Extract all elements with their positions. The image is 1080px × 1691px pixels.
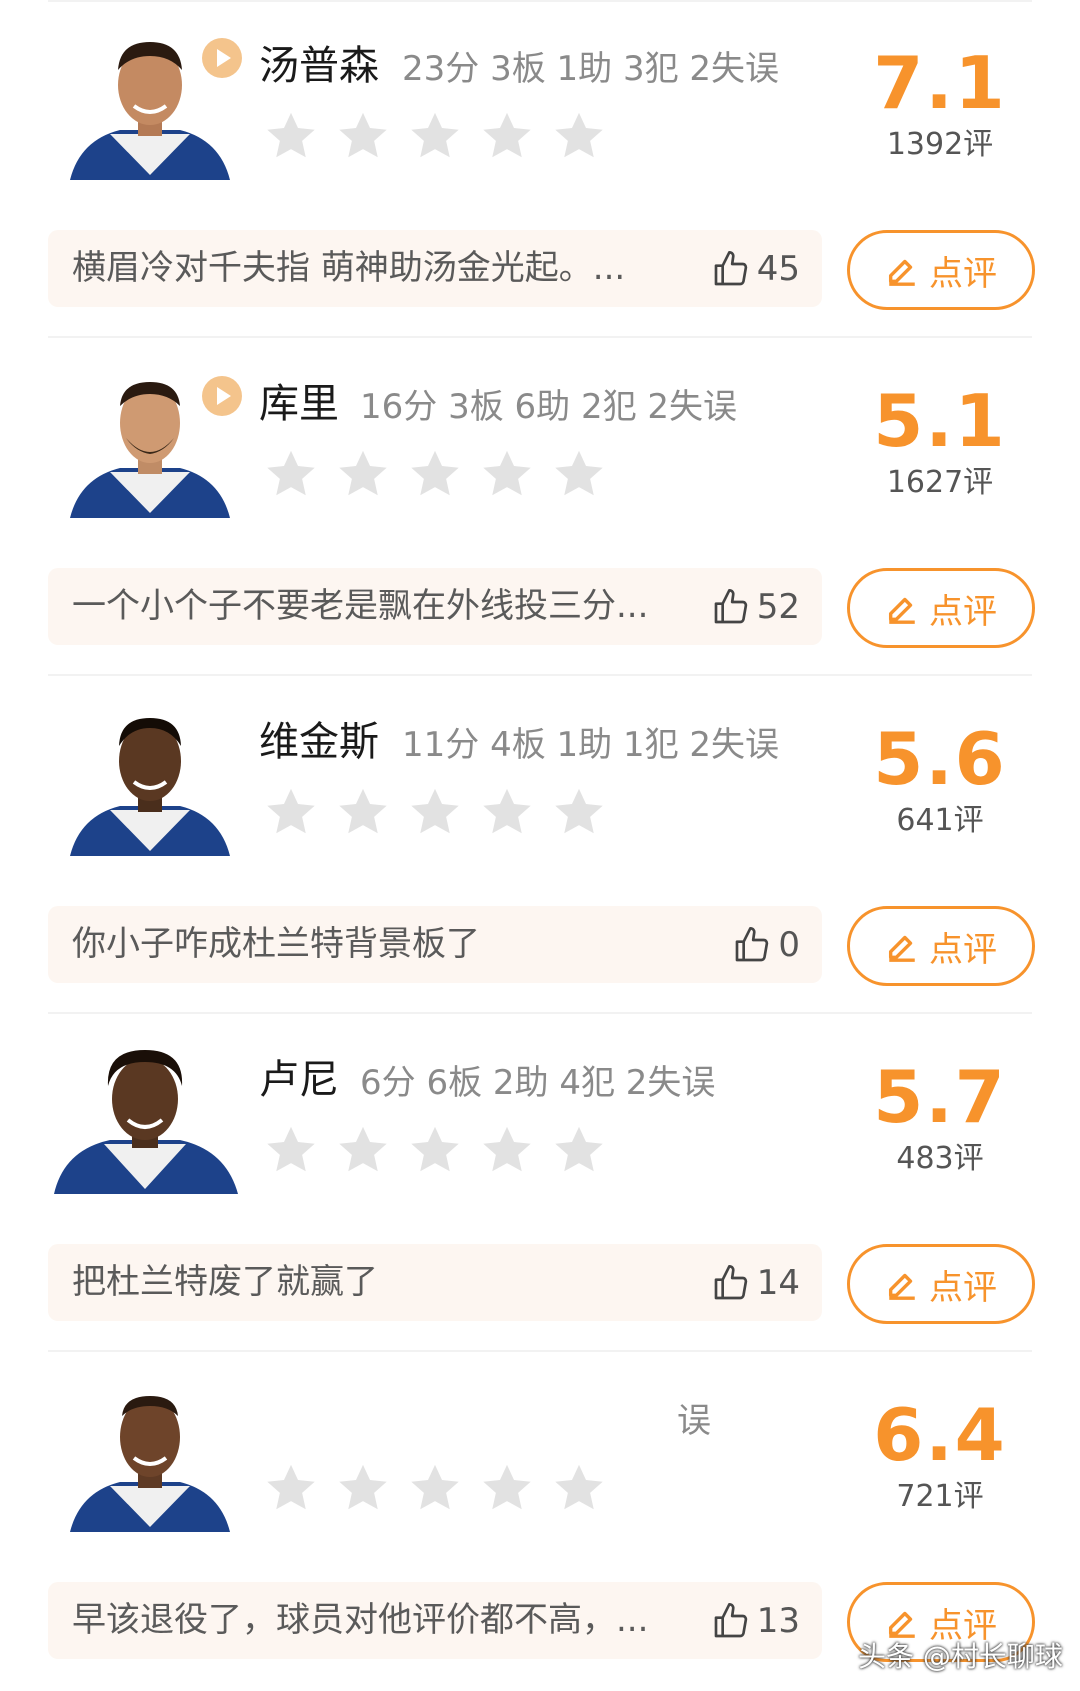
player-stats: 误 bbox=[677, 1401, 711, 1441]
player-score: 5.1 bbox=[873, 379, 1007, 463]
pencil-icon bbox=[888, 597, 915, 624]
player-score: 5.7 bbox=[873, 1055, 1007, 1139]
player-stats: 23分 3板 1助 3犯 2失误 bbox=[402, 49, 780, 89]
top-comment[interactable]: 把杜兰特废了就赢了 14 bbox=[48, 1244, 822, 1321]
comment-text: 早该退役了，球员对他评价都不高，... bbox=[72, 1600, 649, 1640]
pencil-icon bbox=[888, 935, 915, 962]
rate-button-label: 点评 bbox=[929, 929, 997, 970]
like-count: 13 bbox=[756, 1600, 800, 1641]
vote-count: 641评 bbox=[896, 803, 984, 838]
player-name: 汤普森 bbox=[259, 43, 379, 89]
like-button[interactable]: 45 bbox=[711, 230, 800, 307]
star-icon[interactable] bbox=[478, 108, 536, 166]
like-button[interactable]: 14 bbox=[711, 1244, 800, 1321]
like-button[interactable]: 52 bbox=[711, 568, 800, 645]
like-button[interactable]: 0 bbox=[732, 906, 800, 983]
rating-stars[interactable] bbox=[262, 1122, 622, 1182]
star-icon[interactable] bbox=[334, 784, 392, 842]
player-score: 5.6 bbox=[873, 717, 1007, 801]
star-icon[interactable] bbox=[478, 1460, 536, 1518]
player-avatar[interactable] bbox=[48, 1044, 243, 1194]
star-icon[interactable] bbox=[406, 108, 464, 166]
rate-button-label: 点评 bbox=[929, 1267, 997, 1308]
top-comment[interactable]: 你小子咋成杜兰特背景板了 0 bbox=[48, 906, 822, 983]
like-count: 45 bbox=[756, 248, 800, 289]
play-icon[interactable] bbox=[201, 37, 243, 79]
star-icon[interactable] bbox=[478, 1122, 536, 1180]
player-card: 库里 16分 3板 6助 2犯 2失误 5.1 1627评 一个小个子不要老是飘… bbox=[0, 338, 1080, 676]
player-name: 维金斯 bbox=[259, 719, 379, 765]
star-icon[interactable] bbox=[334, 108, 392, 166]
like-count: 52 bbox=[756, 586, 800, 627]
rating-stars[interactable] bbox=[262, 446, 622, 506]
star-icon[interactable] bbox=[550, 108, 608, 166]
star-icon[interactable] bbox=[550, 446, 608, 504]
thumbs-up-icon bbox=[714, 1602, 747, 1637]
star-icon[interactable] bbox=[262, 1460, 320, 1518]
rating-stars[interactable] bbox=[262, 784, 622, 844]
vote-count: 1627评 bbox=[886, 465, 994, 500]
star-icon[interactable] bbox=[550, 784, 608, 842]
top-comment[interactable]: 横眉冷对千夫指 萌神助汤金光起。... 45 bbox=[48, 230, 822, 307]
star-icon[interactable] bbox=[406, 1122, 464, 1180]
rate-button[interactable]: 点评 bbox=[847, 568, 1035, 648]
top-comment[interactable]: 一个小个子不要老是飘在外线投三分... 52 bbox=[48, 568, 822, 645]
player-stats: 6分 6板 2助 4犯 2失误 bbox=[360, 1063, 716, 1103]
like-button[interactable]: 13 bbox=[711, 1582, 800, 1659]
star-icon[interactable] bbox=[406, 446, 464, 504]
like-count: 14 bbox=[756, 1262, 800, 1303]
star-icon[interactable] bbox=[334, 1460, 392, 1518]
star-icon[interactable] bbox=[478, 446, 536, 504]
star-icon[interactable] bbox=[262, 1122, 320, 1180]
pencil-icon bbox=[888, 1273, 915, 1300]
rate-button-label: 点评 bbox=[929, 253, 997, 294]
thumbs-up-icon bbox=[714, 250, 747, 285]
comment-text: 横眉冷对千夫指 萌神助汤金光起。... bbox=[72, 248, 626, 288]
rate-button[interactable]: 点评 bbox=[847, 230, 1035, 310]
star-icon[interactable] bbox=[334, 446, 392, 504]
comment-text: 你小子咋成杜兰特背景板了 bbox=[72, 924, 480, 964]
star-icon[interactable] bbox=[478, 784, 536, 842]
star-icon[interactable] bbox=[550, 1460, 608, 1518]
player-avatar[interactable] bbox=[60, 1382, 240, 1532]
top-comment[interactable]: 早该退役了，球员对他评价都不高，... 13 bbox=[48, 1582, 822, 1659]
star-icon[interactable] bbox=[262, 784, 320, 842]
thumbs-up-icon bbox=[736, 926, 769, 961]
player-card: 汤普森 23分 3板 1助 3犯 2失误 7.1 1392评 横眉冷对千夫指 萌… bbox=[0, 0, 1080, 338]
star-icon[interactable] bbox=[406, 1460, 464, 1518]
player-card: 卢尼 6分 6板 2助 4犯 2失误 5.7 483评 把杜兰特废了就赢了 14… bbox=[0, 1014, 1080, 1352]
comment-text: 一个小个子不要老是飘在外线投三分... bbox=[72, 586, 649, 626]
star-icon[interactable] bbox=[262, 446, 320, 504]
player-score: 7.1 bbox=[873, 41, 1007, 125]
player-stats: 11分 4板 1助 1犯 2失误 bbox=[402, 725, 780, 765]
star-icon[interactable] bbox=[406, 784, 464, 842]
vote-count: 1392评 bbox=[886, 127, 994, 162]
thumbs-up-icon bbox=[714, 588, 747, 623]
player-card: 维金斯 11分 4板 1助 1犯 2失误 5.6 641评 你小子咋成杜兰特背景… bbox=[0, 676, 1080, 1014]
player-name: 库里 bbox=[259, 381, 339, 427]
rate-button[interactable]: 点评 bbox=[847, 1244, 1035, 1324]
star-icon[interactable] bbox=[334, 1122, 392, 1180]
player-avatar[interactable] bbox=[60, 706, 240, 856]
vote-count: 721评 bbox=[896, 1479, 984, 1514]
player-stats: 16分 3板 6助 2犯 2失误 bbox=[360, 387, 738, 427]
pencil-icon bbox=[888, 259, 915, 286]
comment-text: 把杜兰特废了就赢了 bbox=[72, 1262, 378, 1302]
like-count: 0 bbox=[778, 924, 800, 965]
player-score: 6.4 bbox=[873, 1393, 1007, 1477]
rating-stars[interactable] bbox=[262, 1460, 622, 1520]
watermark: 头条 @村长聊球 bbox=[858, 1640, 1063, 1673]
rate-button[interactable]: 点评 bbox=[847, 906, 1035, 986]
play-icon[interactable] bbox=[201, 375, 243, 417]
vote-count: 483评 bbox=[896, 1141, 984, 1176]
player-name: 卢尼 bbox=[259, 1057, 339, 1103]
star-icon[interactable] bbox=[262, 108, 320, 166]
star-icon[interactable] bbox=[550, 1122, 608, 1180]
rating-stars[interactable] bbox=[262, 108, 622, 168]
pencil-icon bbox=[888, 1611, 915, 1638]
rate-button-label: 点评 bbox=[929, 591, 997, 632]
thumbs-up-icon bbox=[714, 1264, 747, 1299]
